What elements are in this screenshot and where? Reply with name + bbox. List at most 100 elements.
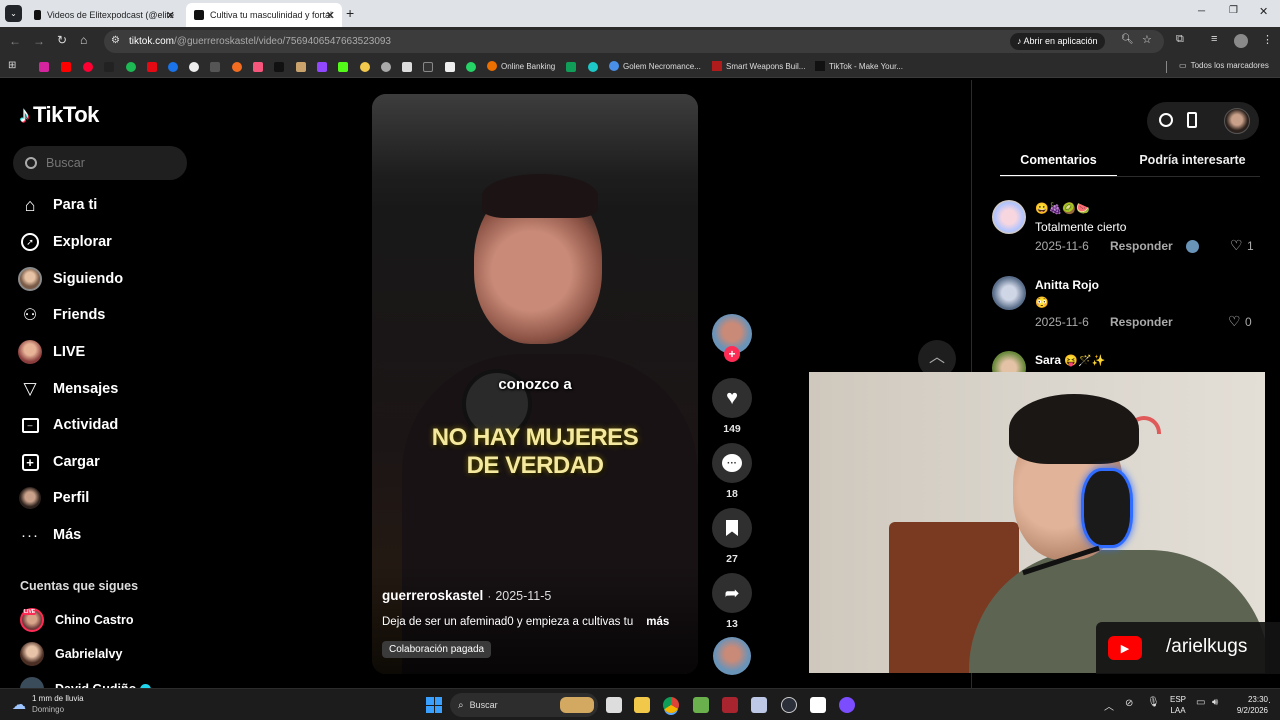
close-tab-icon[interactable]: ✕ [326,9,335,22]
follow-plus-icon[interactable]: + [724,346,740,362]
restore-button[interactable]: ❐ [1229,5,1238,16]
tab-comentarios[interactable]: Comentarios [1000,153,1117,167]
forward-icon[interactable]: → [33,34,45,48]
app-icon[interactable] [751,697,767,713]
chrome-icon[interactable] [663,697,679,713]
comment-user[interactable]: Sara 😝🪄✨ [1035,353,1105,367]
reply-button[interactable]: Responder [1110,315,1173,329]
nav-explorar[interactable]: ➚ Explorar [18,230,112,254]
tab-podria-interesarte[interactable]: Podría interesarte [1130,153,1255,167]
network-icon[interactable]: ▭ [1196,697,1205,708]
bookmark-icon[interactable] [210,62,220,72]
apps-icon[interactable]: ⊞ [8,60,16,71]
share-button[interactable]: ➦ [712,573,752,613]
video-author[interactable]: guerreroskastel [382,588,483,603]
sheets-icon[interactable] [566,62,576,72]
bookmark-icon[interactable] [189,62,199,72]
instagram-icon[interactable] [39,62,49,72]
bookmark-icon[interactable] [381,62,391,72]
app-icon[interactable] [693,697,709,713]
task-view-icon[interactable] [606,697,622,713]
bookmark-icon[interactable] [168,62,178,72]
nav-para-ti[interactable]: ⌂ Para ti [18,193,98,217]
nav-friends[interactable]: ⚇ Friends [18,303,106,327]
address-bar[interactable]: ⚙ tiktok.com/@guerreroskastel/video/7569… [104,30,1164,53]
comment-user[interactable]: Anitta Rojo [1035,278,1099,292]
capcut-icon[interactable] [810,697,826,713]
nav-cargar[interactable]: + Cargar [18,450,100,474]
start-button[interactable] [426,697,442,713]
notification-bell-icon[interactable]: · [1268,697,1271,707]
new-tab-button[interactable]: + [346,5,354,21]
netflix-icon[interactable] [147,62,157,72]
tiktok-studio-icon[interactable] [1159,113,1173,127]
language-indicator[interactable]: ESP LAA [1170,694,1186,716]
extensions-icon[interactable]: ⧉ [1176,33,1184,46]
twitch-icon[interactable] [317,62,327,72]
tab-menu-button[interactable]: ⌄ [5,5,22,22]
save-button[interactable] [712,508,752,548]
bookmark-icon[interactable] [253,62,263,72]
bookmark-icon[interactable] [232,62,242,72]
volume-icon[interactable]: 🔊︎ [1212,697,1218,708]
bookmark-icon[interactable] [588,62,598,72]
show-hidden-icons[interactable]: ︿ [1104,698,1114,713]
tiktok-icon[interactable] [274,62,284,72]
bookmark-icon[interactable] [445,62,455,72]
microphone-icon[interactable]: 🎙︎ [1147,697,1160,708]
nav-actividad[interactable]: – Actividad [18,413,118,437]
more-link[interactable]: más [646,616,669,628]
comment-like-icon[interactable]: ♡ [1230,237,1243,254]
nav-siguiendo[interactable]: Siguiendo [18,267,123,291]
reply-button[interactable]: Responder [1110,239,1173,253]
avatar[interactable] [992,200,1026,234]
youtube-icon[interactable] [61,62,71,72]
steam-icon[interactable] [781,697,797,713]
nav-live[interactable]: LIVE [18,340,85,364]
youtube-music-icon[interactable] [83,62,93,72]
close-tab-icon[interactable]: ✕ [166,9,175,22]
like-button[interactable]: ♥ [712,378,752,418]
search-box[interactable] [13,146,187,180]
avatar[interactable] [992,276,1026,310]
whatsapp-icon[interactable] [466,62,476,72]
bookmark-icon[interactable] [126,62,136,72]
reload-icon[interactable]: ↻ [57,33,67,47]
bookmark-online-banking[interactable]: Online Banking [487,61,555,71]
bookmark-smart-weapons[interactable]: Smart Weapons Buil... [712,61,805,71]
comment-emoji-user[interactable]: 😀🍇🥝🍉 [1035,202,1090,215]
all-bookmarks[interactable]: ▭ Todos los marcadores [1179,61,1269,70]
nav-perfil[interactable]: Perfil [18,486,89,510]
app-icon[interactable] [722,697,738,713]
menu-icon[interactable]: ⋮ [1262,33,1273,46]
home-icon[interactable]: ⌂ [80,33,87,47]
tray-icon[interactable]: ⊘ [1125,698,1133,709]
file-explorer-icon[interactable] [634,697,650,713]
video-player[interactable]: conozco a NO HAY MUJERES DE VERDAD guerr… [372,94,698,674]
tab-active[interactable]: Cultiva tu masculinidad y fortal ✕ [186,3,342,27]
close-window-button[interactable]: ✕ [1259,5,1268,18]
bookmark-icon[interactable] [423,62,433,72]
bookmark-star-icon[interactable]: ☆ [1142,33,1152,46]
site-info-icon[interactable]: ⚙ [111,35,120,46]
nav-mensajes[interactable]: ▽ Mensajes [18,377,118,401]
kick-icon[interactable] [338,62,348,72]
app-icon[interactable] [839,697,855,713]
comment-button[interactable]: ··· [712,443,752,483]
x-icon[interactable] [104,62,114,72]
user-avatar[interactable] [1224,108,1250,134]
bookmark-golem[interactable]: Golem Necromance... [609,61,701,71]
minimize-button[interactable]: ─ [1198,6,1205,17]
tiktok-logo[interactable]: ♪ TikTok [19,102,99,128]
zoom-icon[interactable]: 🔍︎ [1121,34,1134,45]
get-app-icon[interactable] [1187,112,1197,128]
reading-list-icon[interactable]: ≡ [1211,33,1217,45]
search-input[interactable] [46,156,166,170]
music-disc-avatar[interactable] [713,637,751,675]
nav-mas[interactable]: ··· Más [18,523,81,547]
bookmark-icon[interactable] [360,62,370,72]
following-gabrielalvy[interactable]: Gabrielalvy [20,642,122,666]
open-in-app-button[interactable]: ♪ Abrir en aplicación [1010,33,1105,50]
bookmark-icon[interactable] [402,62,412,72]
profile-icon[interactable] [1234,34,1248,48]
